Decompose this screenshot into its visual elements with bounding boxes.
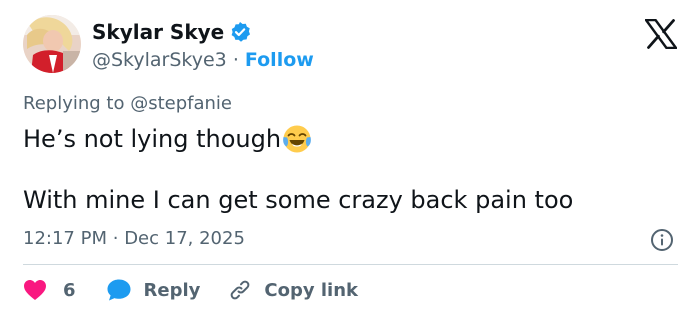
reply-button[interactable]: Reply [106,278,201,302]
handle-separator: · [232,49,239,71]
copy-link-label: Copy link [264,279,358,301]
tweet-date: Dec 17, 2025 [124,228,245,249]
reply-label: Reply [143,279,201,301]
copy-link-button[interactable]: Copy link [228,278,358,302]
like-button[interactable]: 6 [23,279,76,301]
face-with-tears-of-joy-icon [282,124,312,154]
handle-row: @SkylarSkye3 · Follow [92,48,314,72]
author-handle[interactable]: @SkylarSkye3 [92,49,227,71]
info-icon[interactable] [650,228,674,252]
timestamp-separator: · [112,228,119,249]
avatar-image [23,15,81,73]
tweet-time: 12:17 PM [23,228,107,249]
tweet-text-line-1: He’s not lying though [23,123,312,155]
timestamp[interactable]: 12:17 PM · Dec 17, 2025 [23,227,245,251]
reply-target-link[interactable]: @stepfanie [130,93,232,114]
replying-to-line: Replying to @stepfanie [23,92,232,116]
author-name-row: Skylar Skye [92,20,251,44]
divider [23,264,678,265]
replying-to-prefix: Replying to [23,93,125,114]
heart-icon [24,280,46,300]
verified-badge-icon [229,21,251,43]
action-bar: 6 Reply Copy link [23,276,358,304]
follow-button[interactable]: Follow [245,49,314,71]
x-logo-icon[interactable] [644,18,678,50]
avatar[interactable] [23,15,81,73]
like-count: 6 [63,279,76,301]
link-icon [231,280,250,300]
reply-bubble-icon [107,279,131,301]
author-display-name[interactable]: Skylar Skye [92,20,224,44]
tweet-text-line-2: With mine I can get some crazy back pain… [23,186,574,214]
tweet-text-1: He’s not lying though [23,125,282,153]
